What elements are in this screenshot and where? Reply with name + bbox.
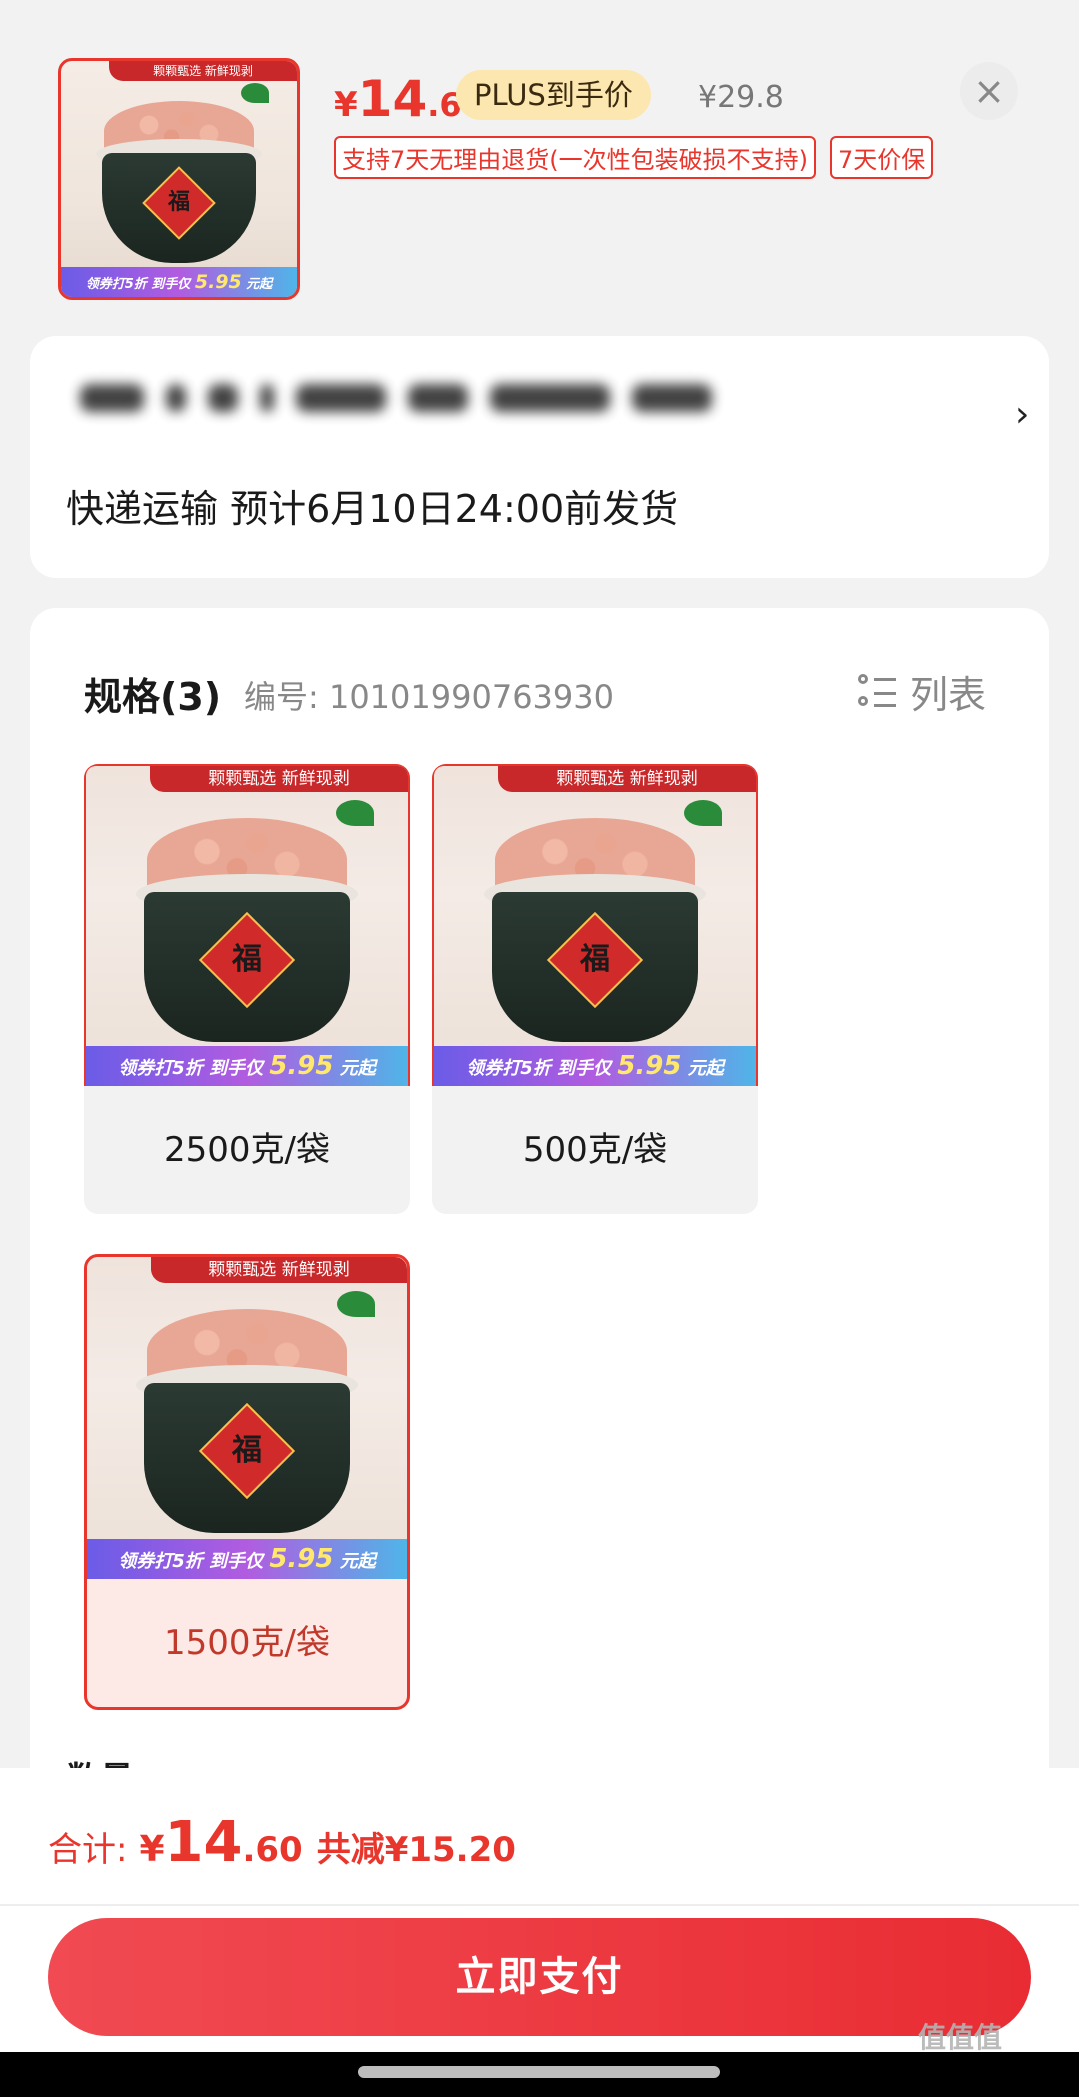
sku-promo-banner: 领券打5折 到手仅 5.95 元起 (87, 1539, 407, 1579)
list-label: 列表 (910, 673, 987, 717)
price: ¥ 14 .6 (334, 70, 462, 128)
sku-image: 颗颗甄选 新鲜现剥 福 领券打5折 到手仅 5.95 元起 (432, 764, 758, 1086)
price-protect-tag: 7天价保 (830, 136, 934, 179)
sku-option-1500g[interactable]: 颗颗甄选 新鲜现剥 福 领券打5折 到手仅 5.95 元起 1500克/袋 (84, 1254, 410, 1710)
total-summary: 合计: ¥ 14 .60 共减¥15.20 (48, 1810, 516, 1875)
chevron-right-icon[interactable]: › (1015, 394, 1029, 435)
sku-option-500g[interactable]: 颗颗甄选 新鲜现剥 福 领券打5折 到手仅 5.95 元起 500克/袋 (432, 764, 758, 1214)
brand-logo-icon (337, 1291, 375, 1317)
address-card[interactable]: › (30, 336, 1049, 578)
brand-logo-icon (336, 800, 374, 826)
original-price: ¥29.8 (698, 80, 784, 115)
close-button[interactable]: × (960, 62, 1018, 120)
total-integer: 14 (164, 1810, 243, 1875)
thumb-top-banner: 颗颗甄选 新鲜现剥 (109, 61, 297, 81)
sku-option-2500g[interactable]: 颗颗甄选 新鲜现剥 福 领券打5折 到手仅 5.95 元起 2500克/袋 (84, 764, 410, 1214)
sku-top-banner: 颗颗甄选 新鲜现剥 (151, 1257, 407, 1283)
sku-number: 编号: 10101990763930 (244, 678, 614, 716)
total-currency: ¥ (139, 1829, 165, 1870)
total-discount: 共减¥15.20 (316, 1830, 516, 1870)
sku-top-banner: 颗颗甄选 新鲜现剥 (150, 766, 408, 792)
divider (0, 1904, 1079, 1906)
sku-promo-banner: 领券打5折 到手仅 5.95 元起 (86, 1046, 408, 1086)
service-tags: 支持7天无理由退货(一次性包装破损不支持) 7天价保 (334, 136, 934, 179)
sku-label: 1500克/袋 (164, 1623, 330, 1663)
sku-label: 2500克/袋 (164, 1130, 330, 1170)
shipping-estimate: 快递运输 预计6月10日24:00前发货 (66, 487, 679, 531)
total-label: 合计: (48, 1830, 128, 1870)
plus-price-badge: PLUS到手价 (456, 70, 651, 120)
sku-image: 颗颗甄选 新鲜现剥 福 领券打5折 到手仅 5.95 元起 (84, 764, 410, 1086)
sku-label: 500克/袋 (522, 1130, 668, 1170)
product-header: 颗颗甄选 新鲜现剥 福 领券打5折 到手仅 5.95 元起 ¥ 14 .6 PL… (0, 0, 1079, 330)
address-redacted (80, 384, 740, 444)
list-icon (858, 672, 898, 712)
sku-top-banner: 颗颗甄选 新鲜现剥 (498, 766, 756, 792)
list-view-toggle[interactable]: 列表 (858, 664, 986, 719)
home-indicator[interactable] (358, 2066, 720, 2078)
pay-now-button[interactable]: 立即支付 (48, 1918, 1031, 2036)
total-decimal: .60 (242, 1830, 303, 1870)
purchase-sheet: 颗颗甄选 新鲜现剥 福 领券打5折 到手仅 5.95 元起 ¥ 14 .6 PL… (0, 0, 1079, 1768)
sku-image: 颗颗甄选 新鲜现剥 福 领券打5折 到手仅 5.95 元起 (87, 1257, 407, 1579)
spec-title: 规格(3) (84, 675, 222, 719)
close-icon: × (973, 69, 1005, 113)
return-policy-tag: 支持7天无理由退货(一次性包装破损不支持) (334, 136, 816, 179)
thumb-promo-banner: 领券打5折 到手仅 5.95 元起 (61, 267, 297, 297)
product-thumbnail: 颗颗甄选 新鲜现剥 福 领券打5折 到手仅 5.95 元起 (58, 58, 300, 300)
quantity-label: 数量 (66, 1752, 134, 1768)
watermark: 值值值 (918, 2021, 1003, 2054)
brand-logo-icon (684, 800, 722, 826)
sku-promo-banner: 领券打5折 到手仅 5.95 元起 (434, 1046, 756, 1086)
brand-logo-icon (241, 83, 269, 103)
